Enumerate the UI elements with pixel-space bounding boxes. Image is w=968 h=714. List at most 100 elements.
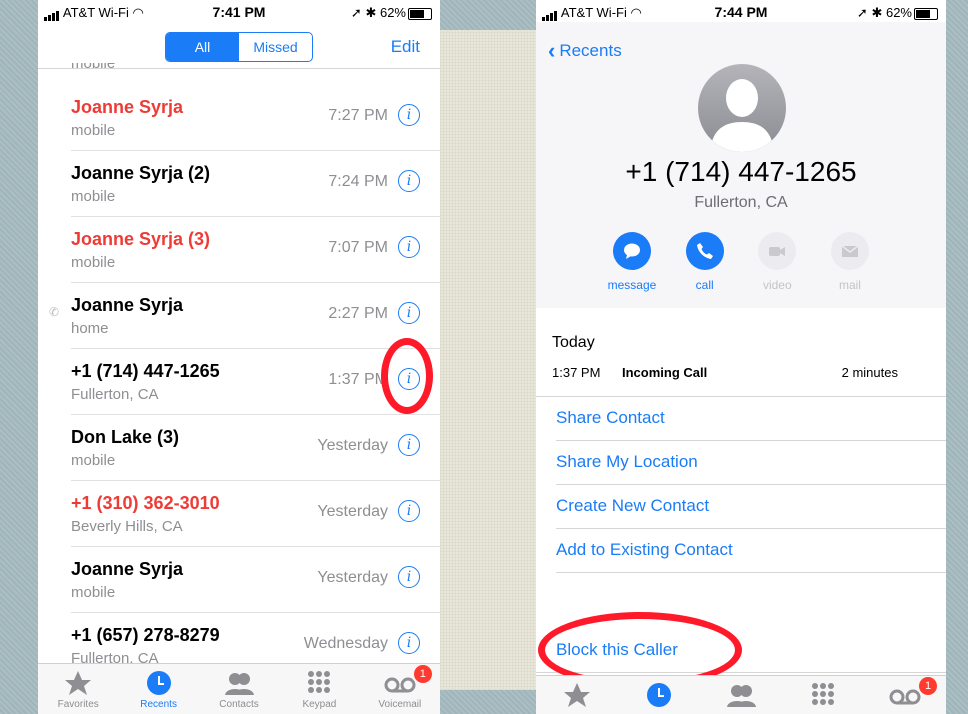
divider	[38, 68, 440, 69]
filter-segmented-control: All Missed	[165, 32, 313, 62]
call-time: 1:37 PM	[328, 371, 388, 388]
caller-name: Don Lake (3)	[71, 427, 180, 447]
voicemail-icon	[384, 677, 416, 693]
caller-name: Joanne Syrja	[71, 97, 184, 117]
action-label: message	[607, 278, 657, 292]
action-label: call	[695, 278, 714, 292]
keypad-icon	[812, 683, 834, 705]
tab-keypad[interactable]	[782, 676, 864, 714]
bluetooth-icon: ✱	[871, 5, 883, 20]
segment-missed[interactable]: Missed	[239, 33, 312, 61]
mail-button: mail	[814, 232, 886, 292]
recents-list: Joanne Syrja mobile 7:27 PM i Joanne Syrja (…	[38, 85, 440, 679]
phone-icon	[685, 232, 724, 270]
divider	[556, 572, 946, 573]
tab-favorites[interactable]: Favorites	[38, 664, 118, 714]
mail-icon	[830, 232, 869, 270]
tab-bar-partial: 1	[536, 675, 946, 714]
back-button[interactable]: ‹ Recents	[548, 38, 622, 64]
edit-button[interactable]: Edit	[391, 37, 420, 57]
contacts-icon	[225, 673, 255, 695]
tab-label: Voicemail	[378, 699, 422, 710]
info-icon[interactable]: i	[398, 170, 420, 192]
tab-recents[interactable]: Recents	[118, 664, 198, 714]
info-icon[interactable]: i	[398, 434, 420, 456]
tab-contacts[interactable]: Contacts	[199, 664, 279, 714]
call-row[interactable]: Joanne Syrja mobile 7:27 PM i	[71, 85, 440, 151]
caller-name: +1 (310) 362-3010	[71, 493, 220, 513]
location-icon: ➚	[350, 5, 362, 20]
info-icon[interactable]: i	[398, 302, 420, 324]
call-row[interactable]: Joanne Syrja (2) mobile 7:24 PM i	[71, 151, 440, 217]
contacts-icon	[727, 685, 756, 707]
info-icon[interactable]: i	[398, 566, 420, 588]
history-kind: Incoming Call	[622, 365, 708, 380]
caller-label: home	[71, 320, 109, 337]
voicemail-badge: 1	[919, 677, 937, 695]
recents-screen: AT&T Wi-Fi ◠ 7:41 PM ➚ ✱ 62% mobile All …	[38, 0, 440, 714]
caller-label: Beverly Hills, CA	[71, 518, 183, 535]
star-icon	[564, 683, 590, 707]
clock-icon	[647, 683, 671, 707]
info-icon[interactable]: i	[398, 632, 420, 654]
add-to-existing-contact-button[interactable]: Add to Existing Contact	[556, 540, 733, 560]
video-button: video	[741, 232, 813, 292]
background-cloth	[440, 30, 540, 690]
tab-recents[interactable]	[618, 676, 700, 714]
tab-contacts[interactable]	[700, 676, 782, 714]
caller-number: +1 (714) 447-1265	[625, 156, 857, 187]
voicemail-icon	[889, 689, 921, 705]
list-item-partial: mobile	[71, 55, 116, 72]
info-icon[interactable]: i	[398, 236, 420, 258]
call-time: Yesterday	[317, 503, 388, 520]
tab-voicemail[interactable]: Voicemail 1	[360, 664, 440, 714]
call-time: 2:27 PM	[328, 305, 388, 322]
call-row[interactable]: Joanne Syrja mobile Yesterday i	[71, 547, 440, 613]
call-time: Yesterday	[317, 437, 388, 454]
person-silhouette-icon	[710, 79, 774, 152]
create-new-contact-button[interactable]: Create New Contact	[556, 496, 709, 516]
status-bar: AT&T Wi-Fi ◠ 7:44 PM ➚ ✱ 62%	[536, 0, 946, 22]
caller-name: +1 (714) 447-1265	[71, 361, 220, 381]
segment-all[interactable]: All	[166, 33, 239, 61]
action-label: video	[762, 278, 792, 292]
tab-favorites[interactable]	[536, 676, 618, 714]
info-icon[interactable]: i	[398, 104, 420, 126]
history-time: 1:37 PM	[552, 365, 601, 380]
call-button[interactable]: call	[669, 232, 741, 292]
divider	[556, 440, 946, 441]
chevron-left-icon: ‹	[548, 38, 556, 63]
tab-bar: Favorites Recents Contacts Keypad Voicemail 1	[38, 663, 440, 714]
keypad-icon	[308, 671, 331, 693]
call-row[interactable]: ✆ Joanne Syrja home 2:27 PM i	[49, 283, 440, 349]
location-icon: ➚	[856, 5, 868, 20]
history-duration: 2 minutes	[841, 365, 898, 380]
caller-label: Fullerton, CA	[71, 386, 159, 403]
message-button[interactable]: message	[596, 232, 668, 292]
avatar	[698, 64, 786, 152]
message-icon	[613, 232, 651, 270]
tab-label: Keypad	[302, 699, 337, 710]
back-label: Recents	[559, 41, 622, 60]
share-contact-button[interactable]: Share Contact	[556, 408, 665, 428]
caller-name: +1 (657) 278-8279	[71, 625, 220, 645]
call-time: 7:27 PM	[328, 107, 388, 124]
call-row[interactable]: +1 (310) 362-3010 Beverly Hills, CA Yester…	[71, 481, 440, 547]
bluetooth-icon: ✱	[365, 5, 377, 20]
battery-icon	[408, 7, 432, 20]
tab-voicemail[interactable]: 1	[864, 676, 946, 714]
tab-keypad[interactable]: Keypad	[279, 664, 359, 714]
caller-label: mobile	[71, 188, 116, 205]
caller-label: mobile	[71, 584, 116, 601]
info-icon[interactable]: i	[398, 500, 420, 522]
outgoing-call-icon: ✆	[49, 305, 60, 319]
caller-name: Joanne Syrja (3)	[71, 229, 211, 249]
call-row[interactable]: Joanne Syrja (3) mobile 7:07 PM i	[71, 217, 440, 283]
history-day: Today	[552, 334, 595, 351]
call-row[interactable]: Don Lake (3) mobile Yesterday i	[71, 415, 440, 481]
share-my-location-button[interactable]: Share My Location	[556, 452, 698, 472]
contact-detail-screen: AT&T Wi-Fi ◠ 7:44 PM ➚ ✱ 62% ‹ Recents +1…	[536, 0, 946, 714]
divider	[556, 528, 946, 529]
call-time: Yesterday	[317, 569, 388, 586]
divider	[556, 484, 946, 485]
